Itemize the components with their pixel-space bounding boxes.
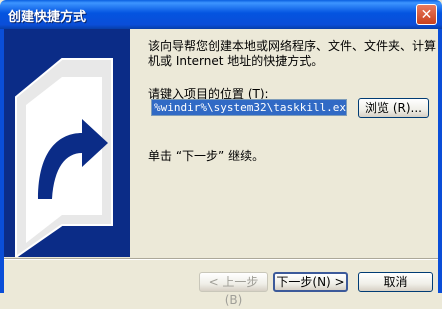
title-bar[interactable]: 创建快捷方式 ✕ <box>0 0 442 29</box>
window-frame-right <box>438 29 442 293</box>
button-separator <box>4 258 438 260</box>
hint-text: 单击 “下一步” 继续。 <box>148 149 265 163</box>
cancel-button[interactable]: 取消 <box>358 272 433 292</box>
shortcut-graphic <box>15 58 113 259</box>
wizard-sidebar <box>4 29 130 259</box>
browse-button[interactable]: 浏览 (R)... <box>358 98 429 118</box>
intro-text: 该向导帮您创建本地或网络程序、文件、文件夹、计算机或 Internet 地址的快… <box>148 39 437 68</box>
wizard-content: 该向导帮您创建本地或网络程序、文件、文件夹、计算机或 Internet 地址的快… <box>130 29 438 257</box>
next-button[interactable]: 下一步(N) > <box>273 272 348 292</box>
window-title: 创建快捷方式 <box>8 10 87 25</box>
close-button[interactable]: ✕ <box>416 4 437 25</box>
location-input[interactable]: %windir%\system32\taskkill.exe / <box>151 99 347 116</box>
back-button[interactable]: < 上一步(B) <box>199 272 268 307</box>
close-icon: ✕ <box>420 7 433 23</box>
